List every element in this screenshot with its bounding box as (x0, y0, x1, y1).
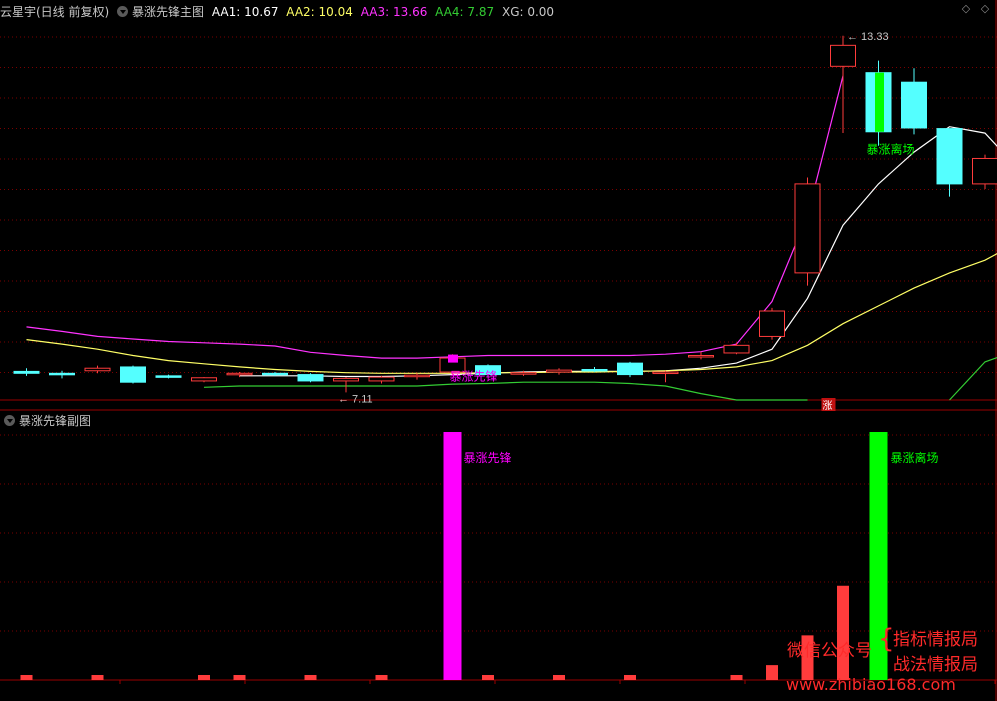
main-buy-signal-label: 暴涨先锋 (450, 369, 498, 384)
high-price-label: ← 13.33 (847, 31, 889, 43)
sub-bar (482, 675, 494, 680)
candle-up (652, 371, 679, 375)
candle-down (262, 372, 288, 376)
candle-up (794, 183, 821, 274)
candle-down (155, 375, 182, 378)
sub-bar (20, 675, 33, 680)
candle-down (936, 128, 963, 185)
sub-bar (233, 675, 246, 680)
candle-up (226, 372, 253, 376)
candle-down (120, 366, 146, 383)
candle-up (830, 44, 856, 67)
sub-bar (624, 675, 636, 680)
candle-up (510, 372, 537, 375)
candle-down (297, 374, 324, 382)
sub-bar (730, 675, 743, 680)
aa4-value: AA4: 7.87 (435, 5, 495, 19)
candle-up (759, 310, 785, 337)
candle-up (404, 374, 430, 378)
candle-down (49, 372, 75, 376)
candle-down (581, 368, 608, 372)
candle-down (901, 81, 927, 129)
line-aa2 (26, 253, 997, 374)
aa1-value: AA1: 10.67 (211, 5, 279, 19)
sub-indicator-dropdown-icon[interactable] (4, 415, 15, 426)
candle-up (546, 369, 572, 373)
sub-indicator-name[interactable]: 暴涨先锋副图 (19, 414, 91, 428)
candle-up (191, 377, 217, 382)
indicator-dropdown-icon[interactable] (117, 6, 129, 17)
sub-indicator-bars[interactable] (20, 432, 888, 680)
candle-up (723, 344, 750, 354)
indicator-lines (26, 75, 997, 401)
sub-bar (304, 675, 317, 680)
xg-value: XG: 0.00 (501, 5, 555, 19)
candle-down (13, 370, 40, 374)
candle-up (84, 367, 111, 372)
candlesticks[interactable] (13, 35, 997, 393)
candle-up (333, 377, 359, 382)
candle-up (368, 376, 395, 382)
candle-up (688, 355, 714, 358)
sub-bar (198, 675, 210, 680)
line-aa1 (239, 126, 997, 378)
sub-bar (375, 675, 388, 680)
sub-bar (766, 665, 778, 680)
low-price-label: ← 7.11 (338, 393, 373, 405)
sub-panel-header: 暴涨先锋副图 (0, 411, 95, 431)
sub-buy-signal-label: 暴涨先锋 (464, 450, 512, 465)
close-icon[interactable]: ◇ (979, 3, 991, 15)
sub-bar (553, 675, 565, 680)
stock-name[interactable]: 云星宇(日线 前复权) (0, 5, 109, 19)
sub-bar (91, 675, 104, 680)
watermark-url: www.zhibiao168.com (786, 675, 956, 694)
main-sell-signal-label: 暴涨离场 (867, 141, 915, 156)
main-indicator-name[interactable]: 暴涨先锋主图 (132, 5, 204, 19)
watermark-line2: 战法情报局 (893, 655, 978, 675)
watermark-wechat: 微信公众号 (787, 641, 872, 661)
candle-down (617, 362, 643, 376)
limit-up-badge: 涨 (823, 400, 833, 412)
candle-up (972, 157, 997, 185)
line-aa3 (26, 75, 844, 359)
aa2-value: AA2: 10.04 (286, 5, 353, 19)
diamond-icon[interactable]: ◇ (960, 3, 972, 15)
sub-buy-bar (443, 432, 462, 680)
sell-marker (875, 72, 884, 132)
aa3-value: AA3: 13.66 (360, 5, 428, 19)
sub-sell-signal-label: 暴涨离场 (891, 450, 939, 465)
main-panel-header: 云星宇(日线 前复权) 暴涨先锋主图 AA1: 10.67 AA2: 10.04… (0, 2, 558, 22)
chart-canvas: ← 13.33← 7.11暴涨先锋暴涨离场涨暴涨先锋 暴涨离场 (0, 0, 997, 701)
sub-bar (837, 585, 849, 680)
watermark-line1: 指标情报局 (893, 630, 978, 650)
buy-marker (448, 354, 458, 363)
